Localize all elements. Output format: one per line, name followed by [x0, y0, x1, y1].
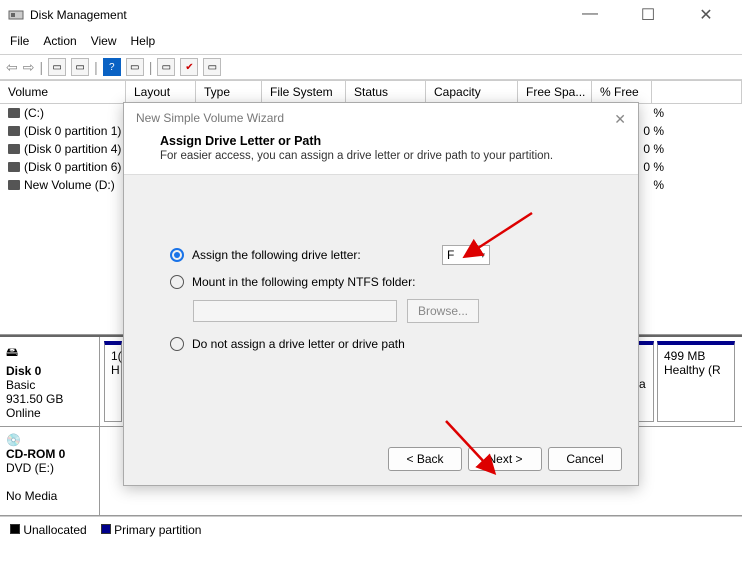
disk-icon: [8, 180, 20, 190]
toolbar-btn-1[interactable]: ▭: [48, 58, 66, 76]
back-icon[interactable]: ⇦: [6, 59, 18, 76]
toolbar-btn-5[interactable]: ✔: [180, 58, 198, 76]
volume-pctfree: 0 %: [643, 124, 734, 138]
col-layout[interactable]: Layout: [126, 81, 196, 103]
volume-name: (Disk 0 partition 4): [24, 142, 121, 156]
legend-swatch-unallocated: [10, 524, 20, 534]
menubar: File Action View Help: [0, 30, 742, 54]
legend: Unallocated Primary partition: [0, 516, 742, 543]
disk-icon: 🖴: [6, 343, 93, 364]
cancel-button[interactable]: Cancel: [548, 447, 622, 471]
disk-size: 931.50 GB: [6, 392, 93, 406]
opt-assign-letter-label: Assign the following drive letter:: [192, 248, 361, 262]
annotation-arrow-2: [438, 416, 498, 479]
mount-path-input[interactable]: [193, 300, 397, 322]
toolbar-btn-4[interactable]: ▭: [157, 58, 175, 76]
volume-pctfree: %: [653, 178, 734, 192]
part-line: 1(: [111, 349, 115, 363]
menu-help[interactable]: Help: [131, 34, 156, 48]
cdrom-name: CD-ROM 0: [6, 447, 93, 461]
part-line: H: [111, 363, 115, 377]
browse-button[interactable]: Browse...: [407, 299, 479, 323]
menu-view[interactable]: View: [91, 34, 117, 48]
radio-no-assign[interactable]: [170, 337, 184, 351]
disk-kind: Basic: [6, 378, 93, 392]
toolbar-btn-6[interactable]: ▭: [203, 58, 221, 76]
app-icon: [8, 7, 24, 23]
volume-pctfree: 0 %: [643, 142, 734, 156]
volume-name: New Volume (D:): [24, 178, 115, 192]
volume-pctfree: 0 %: [643, 160, 734, 174]
toolbar: ⇦ ⇨ | ▭ ▭ | ? ▭ | ▭ ✔ ▭: [0, 54, 742, 80]
legend-primary: Primary partition: [114, 523, 201, 537]
toolbar-btn-3[interactable]: ▭: [126, 58, 144, 76]
col-volume[interactable]: Volume: [0, 81, 126, 103]
minimize-button[interactable]: —: [570, 5, 610, 25]
volume-pctfree: %: [653, 106, 734, 120]
disk-icon: [8, 144, 20, 154]
opt-no-assign-label: Do not assign a drive letter or drive pa…: [192, 337, 405, 351]
opt-mount-folder-label: Mount in the following empty NTFS folder…: [192, 275, 415, 289]
col-fs[interactable]: File System: [262, 81, 346, 103]
annotation-arrow-1: [467, 208, 537, 261]
legend-unallocated: Unallocated: [23, 523, 86, 537]
part-line: Healthy (R: [664, 363, 728, 377]
dialog-subheading: For easier access, you can assign a driv…: [160, 150, 618, 162]
volume-name: (C:): [24, 106, 44, 120]
volume-header: Volume Layout Type File System Status Ca…: [0, 80, 742, 104]
disk-state: Online: [6, 406, 93, 420]
volume-name: (Disk 0 partition 6): [24, 160, 121, 174]
col-status[interactable]: Status: [346, 81, 426, 103]
titlebar: Disk Management — ☐ ✕: [0, 0, 742, 30]
wizard-dialog: New Simple Volume Wizard ✕ Assign Drive …: [123, 102, 639, 486]
col-type[interactable]: Type: [196, 81, 262, 103]
partition[interactable]: 499 MB Healthy (R: [657, 341, 735, 422]
window-title: Disk Management: [30, 8, 127, 22]
drive-letter-value: F: [447, 248, 454, 262]
radio-mount-folder[interactable]: [170, 275, 184, 289]
disk-name: Disk 0: [6, 364, 93, 378]
dialog-title: New Simple Volume Wizard: [136, 111, 284, 128]
dialog-close-icon[interactable]: ✕: [614, 111, 626, 128]
partition[interactable]: 1( H: [104, 341, 122, 422]
cdrom-drv: DVD (E:): [6, 461, 93, 475]
maximize-button[interactable]: ☐: [628, 5, 668, 25]
menu-file[interactable]: File: [10, 34, 29, 48]
disc-icon: 💿: [6, 433, 93, 447]
disk-icon: [8, 108, 20, 118]
volume-name: (Disk 0 partition 1): [24, 124, 121, 138]
menu-action[interactable]: Action: [43, 34, 76, 48]
part-line: 499 MB: [664, 349, 728, 363]
help-icon[interactable]: ?: [103, 58, 121, 76]
forward-icon[interactable]: ⇨: [23, 59, 35, 76]
cdrom-state: No Media: [6, 489, 93, 503]
dialog-heading: Assign Drive Letter or Path: [160, 134, 618, 148]
close-button[interactable]: ✕: [686, 5, 726, 25]
disk-icon: [8, 126, 20, 136]
col-freespace[interactable]: Free Spa...: [518, 81, 592, 103]
disk-icon: [8, 162, 20, 172]
radio-assign-letter[interactable]: [170, 248, 184, 262]
legend-swatch-primary: [101, 524, 111, 534]
toolbar-btn-2[interactable]: ▭: [71, 58, 89, 76]
col-capacity[interactable]: Capacity: [426, 81, 518, 103]
col-pctfree[interactable]: % Free: [592, 81, 652, 103]
col-spacer: [652, 81, 742, 103]
